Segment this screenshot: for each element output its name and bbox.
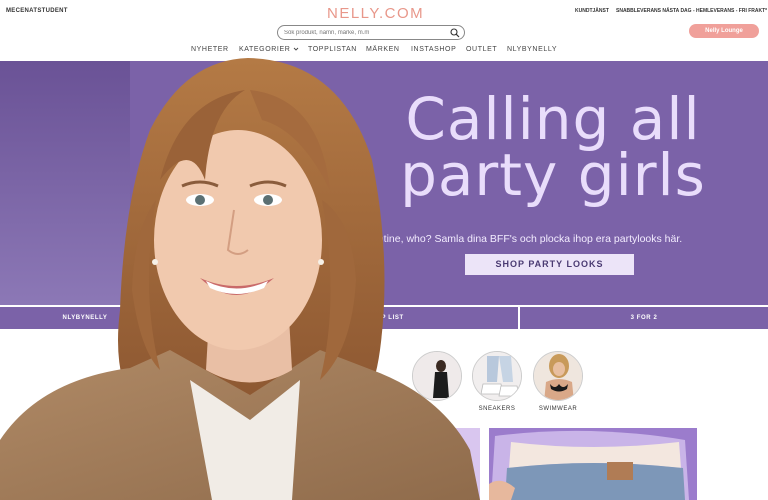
search-bar[interactable] — [277, 25, 465, 40]
category-circle-image — [534, 352, 582, 400]
site-logo[interactable]: NELLY.COM — [327, 5, 424, 22]
category-circle-swimwear[interactable] — [533, 351, 583, 401]
promo-card[interactable] — [489, 428, 697, 500]
category-link-3-for-2[interactable]: 3 FOR 2 — [520, 307, 768, 329]
category-circle-label: SWIMWEAR — [538, 406, 578, 412]
promo-card-image — [489, 428, 697, 500]
search-icon[interactable] — [450, 28, 460, 38]
shop-party-looks-button[interactable]: SHOP PARTY LOOKS — [465, 254, 634, 275]
mecenat-student-link[interactable]: MECENATSTUDENT — [6, 8, 68, 14]
nelly-lounge-button[interactable]: Nelly Lounge — [689, 24, 759, 38]
search-input[interactable] — [284, 28, 444, 38]
portrait-photo — [0, 58, 480, 500]
customer-service-link[interactable]: KUNDTJÄNST — [575, 8, 609, 14]
nav-item-nlybynelly[interactable]: NLYBYNELLY — [507, 46, 557, 53]
shipping-info: SNABBLEVERANS NÄSTA DAG - HEMLEVERANS - … — [616, 8, 768, 14]
category-circle-image — [473, 352, 521, 400]
